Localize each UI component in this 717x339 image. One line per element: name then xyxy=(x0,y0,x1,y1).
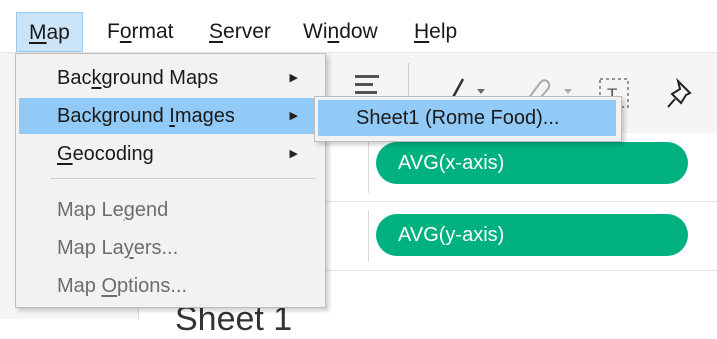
menu-server[interactable]: Server xyxy=(197,12,283,52)
menu-window-ul: n xyxy=(327,20,340,43)
menu-item-rest: ers... xyxy=(133,237,179,259)
menu-item-prefix: Map La xyxy=(57,237,124,259)
menu-item-prefix: Map Le xyxy=(57,199,124,221)
menu-map[interactable]: Map xyxy=(16,12,83,52)
menu-item-map-options[interactable]: Map Options... xyxy=(19,268,322,304)
shelf-divider xyxy=(368,141,369,193)
menu-map-ul: M xyxy=(29,21,47,44)
menu-window[interactable]: Window xyxy=(291,12,390,52)
menu-window-prefix: Wi xyxy=(303,20,328,43)
menu-item-prefix: Background xyxy=(57,105,170,127)
menu-item-accel: y xyxy=(123,237,134,259)
menu-item-accel: k xyxy=(91,67,102,89)
menu-format[interactable]: Format xyxy=(95,12,186,52)
menu-server-rest: erver xyxy=(223,20,271,43)
columns-pill[interactable]: AVG(x-axis) xyxy=(376,142,688,184)
menu-item-accel: O xyxy=(101,275,118,297)
submenu-arrow-icon: ▶ xyxy=(289,148,298,160)
menu-item-background-maps[interactable]: Background Maps ▶ xyxy=(19,60,322,96)
menu-item-rest: mages xyxy=(174,105,235,127)
background-images-submenu: Sheet1 (Rome Food)... xyxy=(314,96,622,142)
menu-item-map-legend[interactable]: Map Legend xyxy=(19,192,322,228)
menu-item-accel: g xyxy=(123,199,135,221)
submenu-arrow-icon: ▶ xyxy=(289,72,298,84)
menu-separator xyxy=(50,178,316,179)
menu-item-geocoding[interactable]: Geocoding ▶ xyxy=(19,136,322,172)
menu-format-rest: rmat xyxy=(131,20,174,43)
menu-bar: Map Format Server Window Help xyxy=(0,0,717,53)
menu-format-prefix: F xyxy=(107,20,120,43)
menu-item-rest: eocoding xyxy=(72,143,154,165)
menu-item-accel: G xyxy=(57,143,73,165)
menu-item-rest: ground Maps xyxy=(101,67,219,89)
menu-item-map-layers[interactable]: Map Layers... xyxy=(19,230,322,266)
menu-item-rest: ptions... xyxy=(117,275,188,297)
rows-pill[interactable]: AVG(y-axis) xyxy=(376,214,688,256)
map-dropdown-menu: Background Maps ▶ Background Images ▶ Ge… xyxy=(15,53,326,308)
menu-server-ul: S xyxy=(209,20,224,43)
menu-help-ul: H xyxy=(414,20,430,43)
shelf-divider xyxy=(368,210,369,262)
pin-icon[interactable] xyxy=(664,77,698,118)
menu-item-prefix: Bac xyxy=(57,67,92,89)
submenu-item-sheet1-rome-food[interactable]: Sheet1 (Rome Food)... xyxy=(318,100,616,136)
menu-item-prefix: Map xyxy=(57,275,102,297)
menu-map-rest: ap xyxy=(46,21,70,44)
menu-window-rest: dow xyxy=(339,20,378,43)
menu-item-rest: end xyxy=(134,199,169,221)
menu-item-background-images[interactable]: Background Images ▶ xyxy=(19,98,322,134)
menu-format-ul: o xyxy=(119,20,132,43)
menu-help-rest: elp xyxy=(429,20,458,43)
menu-help[interactable]: Help xyxy=(402,12,469,52)
submenu-arrow-icon: ▶ xyxy=(289,110,298,122)
